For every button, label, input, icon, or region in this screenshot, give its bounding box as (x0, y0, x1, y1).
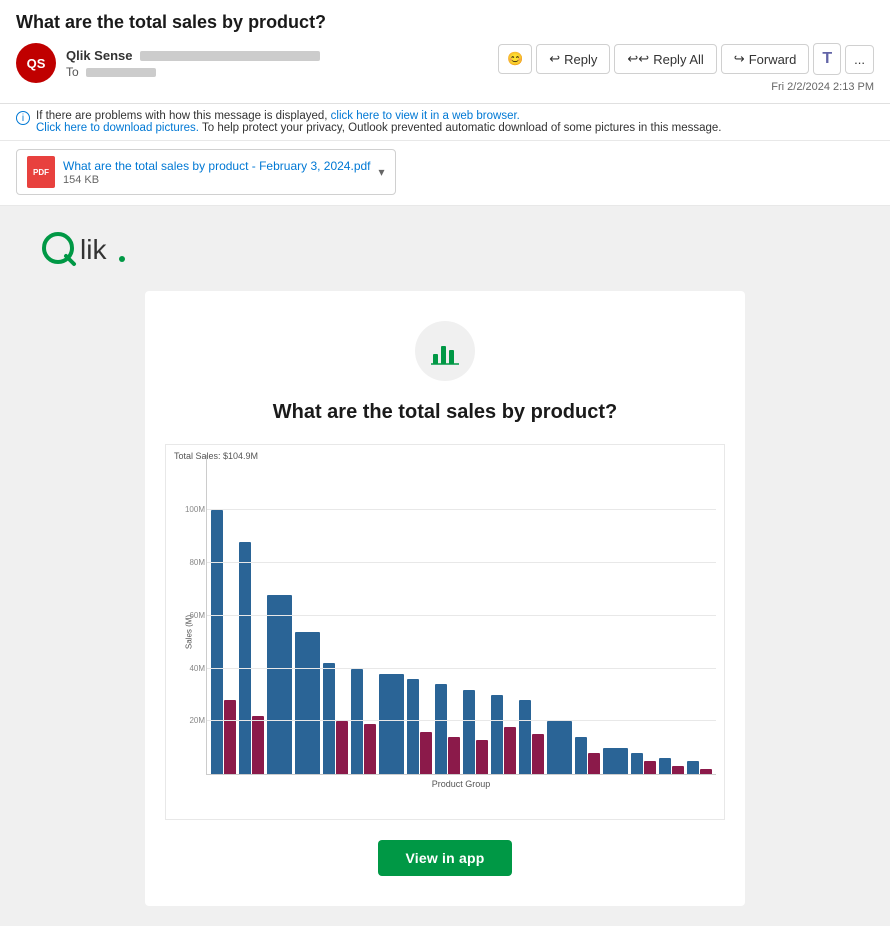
forward-icon: ↪ (734, 51, 745, 67)
bar-group (211, 510, 236, 774)
maroon-bar (224, 700, 236, 774)
recipient-row: To (66, 65, 320, 79)
bar-group (295, 632, 320, 774)
attachment-size: 154 KB (63, 174, 371, 186)
maroon-bar (588, 753, 600, 774)
teams-icon: T (822, 50, 832, 68)
view-btn-container: View in app (165, 840, 725, 876)
chevron-down-icon: ▾ (379, 165, 385, 179)
content-card: What are the total sales by product? Tot… (145, 291, 745, 906)
teal-bar (211, 510, 223, 774)
teal-bar (603, 748, 628, 774)
maroon-bar (700, 769, 712, 774)
bar-group (519, 700, 544, 774)
qlik-logo: lik (30, 226, 860, 271)
bar-group (491, 695, 516, 774)
bar-group (323, 663, 348, 774)
reply-all-icon: ↩↩ (627, 51, 649, 67)
bar-group (379, 674, 404, 774)
recipient-redacted (86, 68, 156, 77)
teal-bar (575, 737, 587, 774)
maroon-bar (252, 716, 264, 774)
email-meta-row: QS Qlik Sense To 😊 ↩ Reply (16, 43, 874, 103)
sender-details: Qlik Sense To (66, 48, 320, 79)
bar-group (239, 542, 264, 774)
teal-bar (547, 721, 572, 774)
more-icon: ... (854, 52, 865, 67)
bar-group (407, 679, 432, 774)
maroon-bar (476, 740, 488, 774)
reply-icon: ↩ (549, 51, 560, 67)
maroon-bar (672, 766, 684, 774)
x-axis-label: Product Group (206, 779, 716, 789)
maroon-bar (336, 721, 348, 774)
sender-info: QS Qlik Sense To (16, 43, 320, 83)
chart-icon-circle (415, 321, 475, 381)
view-in-app-button[interactable]: View in app (378, 840, 513, 876)
more-options-button[interactable]: ... (845, 45, 874, 74)
teal-bar (379, 674, 404, 774)
bar-group (575, 737, 600, 774)
attachment-bar: PDF What are the total sales by product … (0, 141, 890, 206)
maroon-bar (420, 732, 432, 774)
maroon-bar (504, 727, 516, 774)
forward-button[interactable]: ↪ Forward (721, 44, 810, 74)
sender-name: Qlik Sense (66, 48, 132, 63)
attachment-item[interactable]: PDF What are the total sales by product … (16, 149, 396, 195)
email-timestamp: Fri 2/2/2024 2:13 PM (771, 81, 874, 93)
teal-bar (323, 663, 335, 774)
view-in-browser-link[interactable]: click here to view it in a web browser. (331, 110, 520, 122)
bar-group (631, 753, 656, 774)
teal-bar (519, 700, 531, 774)
email-body: lik What are the total sales by product?… (0, 206, 890, 926)
maroon-bar (448, 737, 460, 774)
bar-group (659, 758, 684, 774)
header-right: 😊 ↩ Reply ↩↩ Reply All ↪ Forward T (498, 43, 874, 93)
teal-bar (631, 753, 643, 774)
qlik-logo-svg: lik (40, 226, 160, 271)
info-text: If there are problems with how this mess… (36, 110, 721, 134)
teal-bar (491, 695, 503, 774)
pdf-icon: PDF (27, 156, 55, 188)
teal-bar (407, 679, 419, 774)
bar-group (435, 684, 460, 774)
teal-bar (267, 595, 292, 774)
teal-bar (435, 684, 447, 774)
chart-container: Total Sales: $104.9M Sales (M) 100M80M60… (165, 444, 725, 820)
sender-avatar: QS (16, 43, 56, 83)
maroon-bar (364, 724, 376, 774)
bar-group (267, 595, 292, 774)
action-buttons: 😊 ↩ Reply ↩↩ Reply All ↪ Forward T (498, 43, 874, 75)
email-subject: What are the total sales by product? (16, 12, 874, 43)
maroon-bar (532, 734, 544, 774)
sender-email-redacted (140, 51, 320, 61)
sender-name-row: Qlik Sense (66, 48, 320, 63)
email-header: What are the total sales by product? QS … (0, 0, 890, 104)
reply-button[interactable]: ↩ Reply (536, 44, 610, 74)
teal-bar (295, 632, 320, 774)
info-icon: i (16, 111, 30, 125)
bar-group (687, 761, 712, 774)
attachment-name: What are the total sales by product - Fe… (63, 159, 371, 173)
card-title: What are the total sales by product? (165, 401, 725, 424)
reply-all-button[interactable]: ↩↩ Reply All (614, 44, 716, 74)
teal-bar (687, 761, 699, 774)
info-bar: i If there are problems with how this me… (0, 104, 890, 141)
emoji-icon: 😊 (507, 51, 523, 67)
teal-bar (239, 542, 251, 774)
teams-button[interactable]: T (813, 43, 841, 75)
emoji-button[interactable]: 😊 (498, 44, 532, 74)
bar-group (463, 690, 488, 774)
download-pictures-link[interactable]: Click here to download pictures. (36, 122, 199, 134)
teal-bar (463, 690, 475, 774)
teal-bar (659, 758, 671, 774)
svg-text:lik: lik (80, 234, 107, 265)
y-axis-label: Sales (M) (185, 615, 194, 649)
bars-area: 100M80M60M40M20M (206, 455, 716, 775)
maroon-bar (644, 761, 656, 774)
bar-group (547, 721, 572, 774)
attachment-details: What are the total sales by product - Fe… (63, 159, 371, 186)
bar-chart-icon (430, 336, 460, 366)
bar-group (603, 748, 628, 774)
